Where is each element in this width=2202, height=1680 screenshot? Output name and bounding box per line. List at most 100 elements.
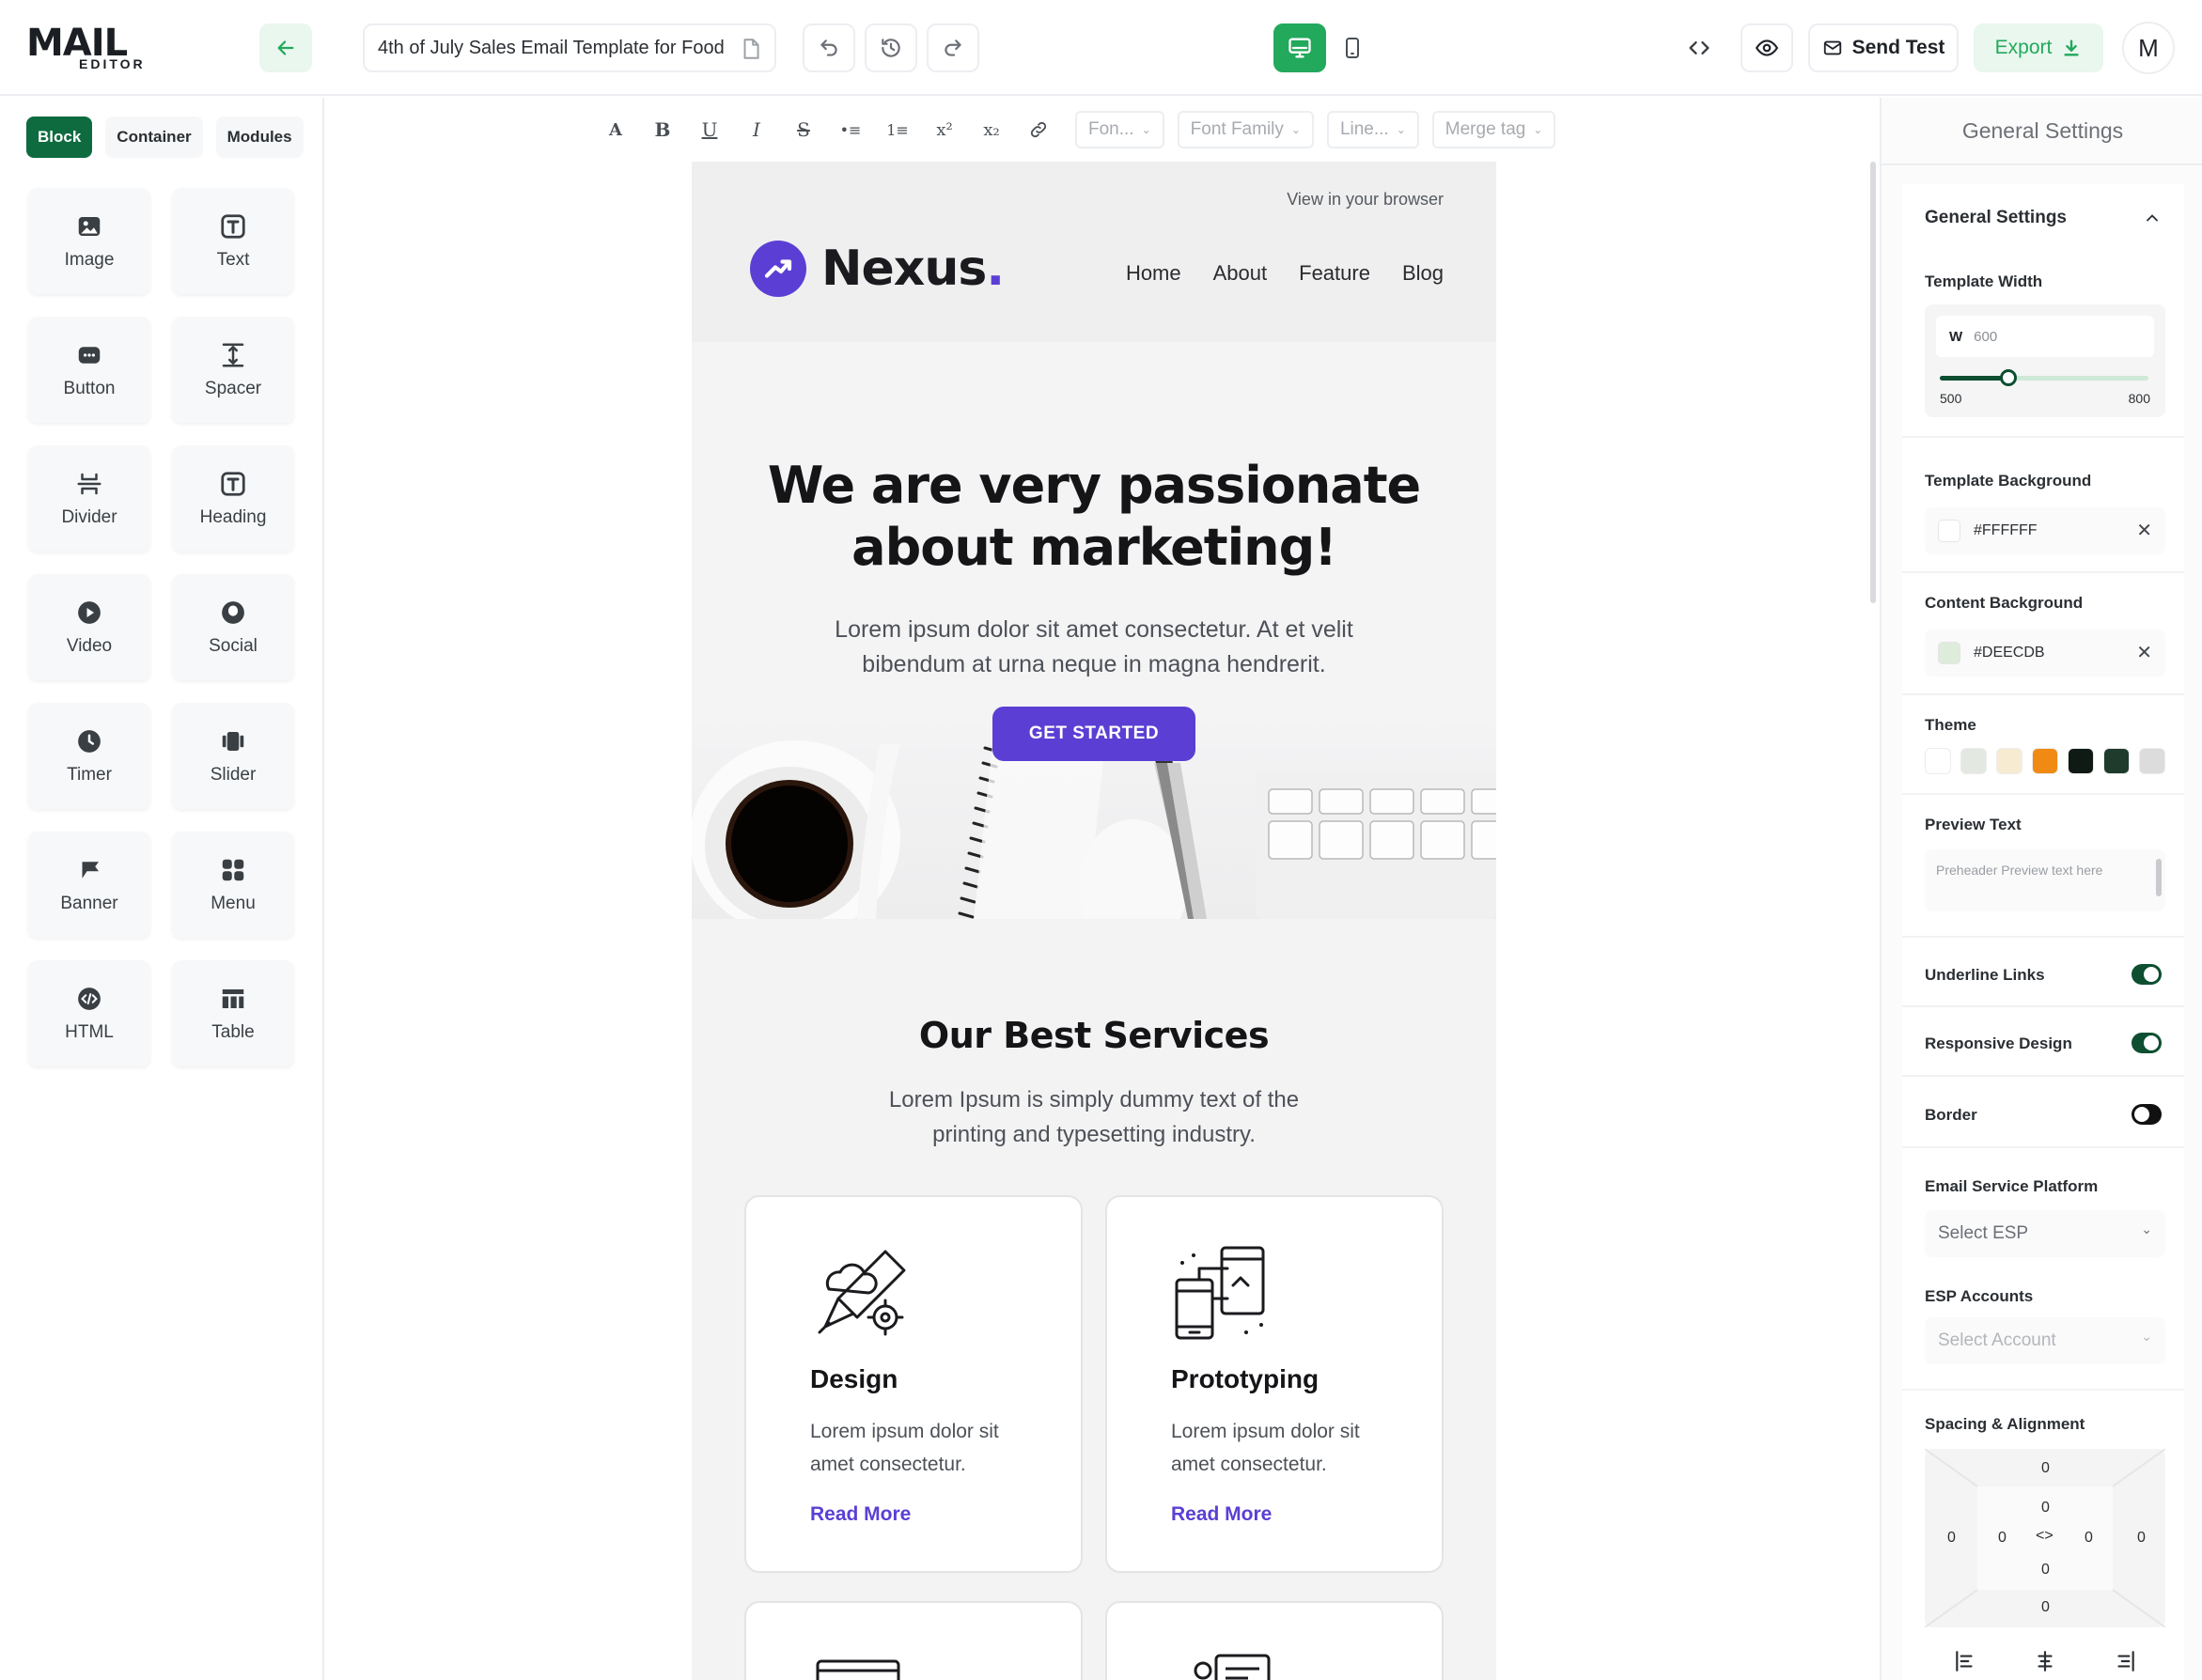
email-nav-blog[interactable]: Blog <box>1402 261 1444 286</box>
margin-left[interactable]: 0 <box>1947 1530 1956 1547</box>
preview-text-input[interactable]: Preheader Preview text here <box>1925 849 2165 911</box>
template-width-input[interactable]: W 600 <box>1936 316 2154 357</box>
general-settings-header[interactable]: General Settings <box>1902 184 2184 252</box>
underline-links-toggle[interactable] <box>2132 964 2162 985</box>
mobile-view-button[interactable] <box>1326 23 1379 72</box>
read-more-link[interactable]: Read More <box>810 1503 911 1526</box>
hero-section[interactable]: We are very passionate about marketing! … <box>692 342 1496 919</box>
italic-button[interactable]: I <box>733 108 780 151</box>
service-card-3[interactable] <box>744 1601 1083 1680</box>
block-banner[interactable]: Banner <box>28 832 150 938</box>
block-heading[interactable]: Heading <box>172 445 294 552</box>
email-nav-about[interactable]: About <box>1213 261 1268 286</box>
font-size-select[interactable]: Fon... ⌄ <box>1075 111 1164 148</box>
block-text[interactable]: Text <box>172 188 294 294</box>
merge-tag-select[interactable]: Merge tag ⌄ <box>1431 111 1556 148</box>
superscript-button[interactable]: x² <box>921 108 968 151</box>
service-card-prototyping[interactable]: Prototyping Lorem ipsum dolor sit amet c… <box>1105 1195 1444 1573</box>
block-button[interactable]: Button <box>28 317 150 423</box>
block-html[interactable]: HTML <box>28 960 150 1066</box>
font-family-select[interactable]: Font Family ⌄ <box>1177 111 1314 148</box>
close-icon[interactable]: ✕ <box>2136 641 2152 664</box>
back-button[interactable] <box>259 23 312 72</box>
send-test-button[interactable]: Send Test <box>1808 23 1959 72</box>
bullet-list-button[interactable]: •≡ <box>827 108 874 151</box>
service-card-design[interactable]: Design Lorem ipsum dolor sit amet consec… <box>744 1195 1083 1573</box>
services-title[interactable]: Our Best Services <box>692 1015 1496 1056</box>
template-background-swatch[interactable] <box>1938 520 1960 542</box>
email-header[interactable]: View in your browser Nexus. Home About F… <box>692 162 1496 342</box>
strikethrough-button[interactable]: S <box>780 108 827 151</box>
user-avatar[interactable]: M <box>2122 22 2175 74</box>
tab-container[interactable]: Container <box>105 117 203 158</box>
margin-top[interactable]: 0 <box>2041 1460 2050 1477</box>
padding-top[interactable]: 0 <box>2041 1500 2050 1517</box>
align-left-icon[interactable] <box>1953 1649 1977 1673</box>
preview-button[interactable] <box>1741 23 1793 72</box>
numbered-list-button[interactable]: 1≡ <box>874 108 921 151</box>
theme-swatch[interactable] <box>1996 748 2022 774</box>
margin-right[interactable]: 0 <box>2137 1530 2146 1547</box>
theme-swatch[interactable] <box>1960 748 1987 774</box>
app-logo[interactable]: MAIL EDITOR <box>26 24 148 71</box>
underline-button[interactable]: U <box>686 108 733 151</box>
hero-subtitle[interactable]: Lorem ipsum dolor sit amet consectetur. … <box>804 613 1383 682</box>
email-preview[interactable]: View in your browser Nexus. Home About F… <box>692 162 1496 1680</box>
padding-left[interactable]: 0 <box>1998 1530 2007 1547</box>
link-button[interactable] <box>1015 108 1062 151</box>
template-title-field[interactable]: 4th of July Sales Email Template for Foo… <box>363 23 776 72</box>
get-started-button[interactable]: GET STARTED <box>992 707 1195 761</box>
padding-bottom[interactable]: 0 <box>2041 1562 2050 1579</box>
esp-select[interactable]: Select ESP ⌄ <box>1925 1210 2165 1257</box>
block-social[interactable]: Social <box>172 574 294 680</box>
border-toggle[interactable] <box>2132 1104 2162 1125</box>
content-background-field[interactable]: #DEECDB ✕ <box>1925 630 2165 677</box>
hero-title[interactable]: We are very passionate about marketing! <box>692 455 1496 579</box>
subscript-button[interactable]: x₂ <box>968 108 1015 151</box>
block-video[interactable]: Video <box>28 574 150 680</box>
tab-block[interactable]: Block <box>26 117 93 158</box>
width-slider-handle[interactable] <box>2000 369 2018 386</box>
read-more-link[interactable]: Read More <box>1171 1503 1272 1526</box>
theme-swatch[interactable] <box>2139 748 2165 774</box>
template-background-field[interactable]: #FFFFFF ✕ <box>1925 507 2165 554</box>
close-icon[interactable]: ✕ <box>2136 519 2152 542</box>
services-subtitle[interactable]: Lorem Ipsum is simply dummy text of the … <box>851 1082 1336 1152</box>
block-divider[interactable]: Divider <box>28 445 150 552</box>
line-height-select[interactable]: Line... ⌄ <box>1326 111 1419 148</box>
content-background-swatch[interactable] <box>1938 642 1960 664</box>
esp-account-select[interactable]: Select Account ⌄ <box>1925 1317 2165 1364</box>
tab-modules[interactable]: Modules <box>215 117 304 158</box>
brand[interactable]: Nexus. <box>750 241 1005 297</box>
undo-button[interactable] <box>803 23 855 72</box>
export-button[interactable]: Export <box>1974 23 2103 72</box>
chevron-up-icon[interactable] <box>2143 209 2162 227</box>
responsive-design-toggle[interactable] <box>2132 1033 2162 1053</box>
width-slider-track[interactable] <box>1940 369 2148 386</box>
history-button[interactable] <box>865 23 917 72</box>
email-nav-feature[interactable]: Feature <box>1299 261 1370 286</box>
view-in-browser-link[interactable]: View in your browser <box>1287 190 1444 210</box>
align-right-icon[interactable] <box>2113 1649 2137 1673</box>
preview-text-scrollbar[interactable] <box>2156 859 2162 896</box>
block-spacer[interactable]: Spacer <box>172 317 294 423</box>
block-timer[interactable]: Timer <box>28 703 150 809</box>
email-nav-home[interactable]: Home <box>1126 261 1181 286</box>
text-color-button[interactable]: A <box>592 108 639 151</box>
document-icon[interactable] <box>739 37 763 61</box>
theme-swatch[interactable] <box>1925 748 1951 774</box>
code-view-button[interactable] <box>1673 23 1726 72</box>
margin-bottom[interactable]: 0 <box>2041 1599 2050 1616</box>
padding-right[interactable]: 0 <box>2085 1530 2093 1547</box>
block-table[interactable]: Table <box>172 960 294 1066</box>
theme-swatch[interactable] <box>2103 748 2130 774</box>
service-card-4[interactable] <box>1105 1601 1444 1680</box>
block-slider[interactable]: Slider <box>172 703 294 809</box>
redo-button[interactable] <box>927 23 979 72</box>
align-center-icon[interactable] <box>2033 1649 2057 1673</box>
desktop-view-button[interactable] <box>1273 23 1326 72</box>
block-image[interactable]: Image <box>28 188 150 294</box>
bold-button[interactable]: B <box>639 108 686 151</box>
block-menu[interactable]: Menu <box>172 832 294 938</box>
theme-swatch[interactable] <box>2068 748 2094 774</box>
